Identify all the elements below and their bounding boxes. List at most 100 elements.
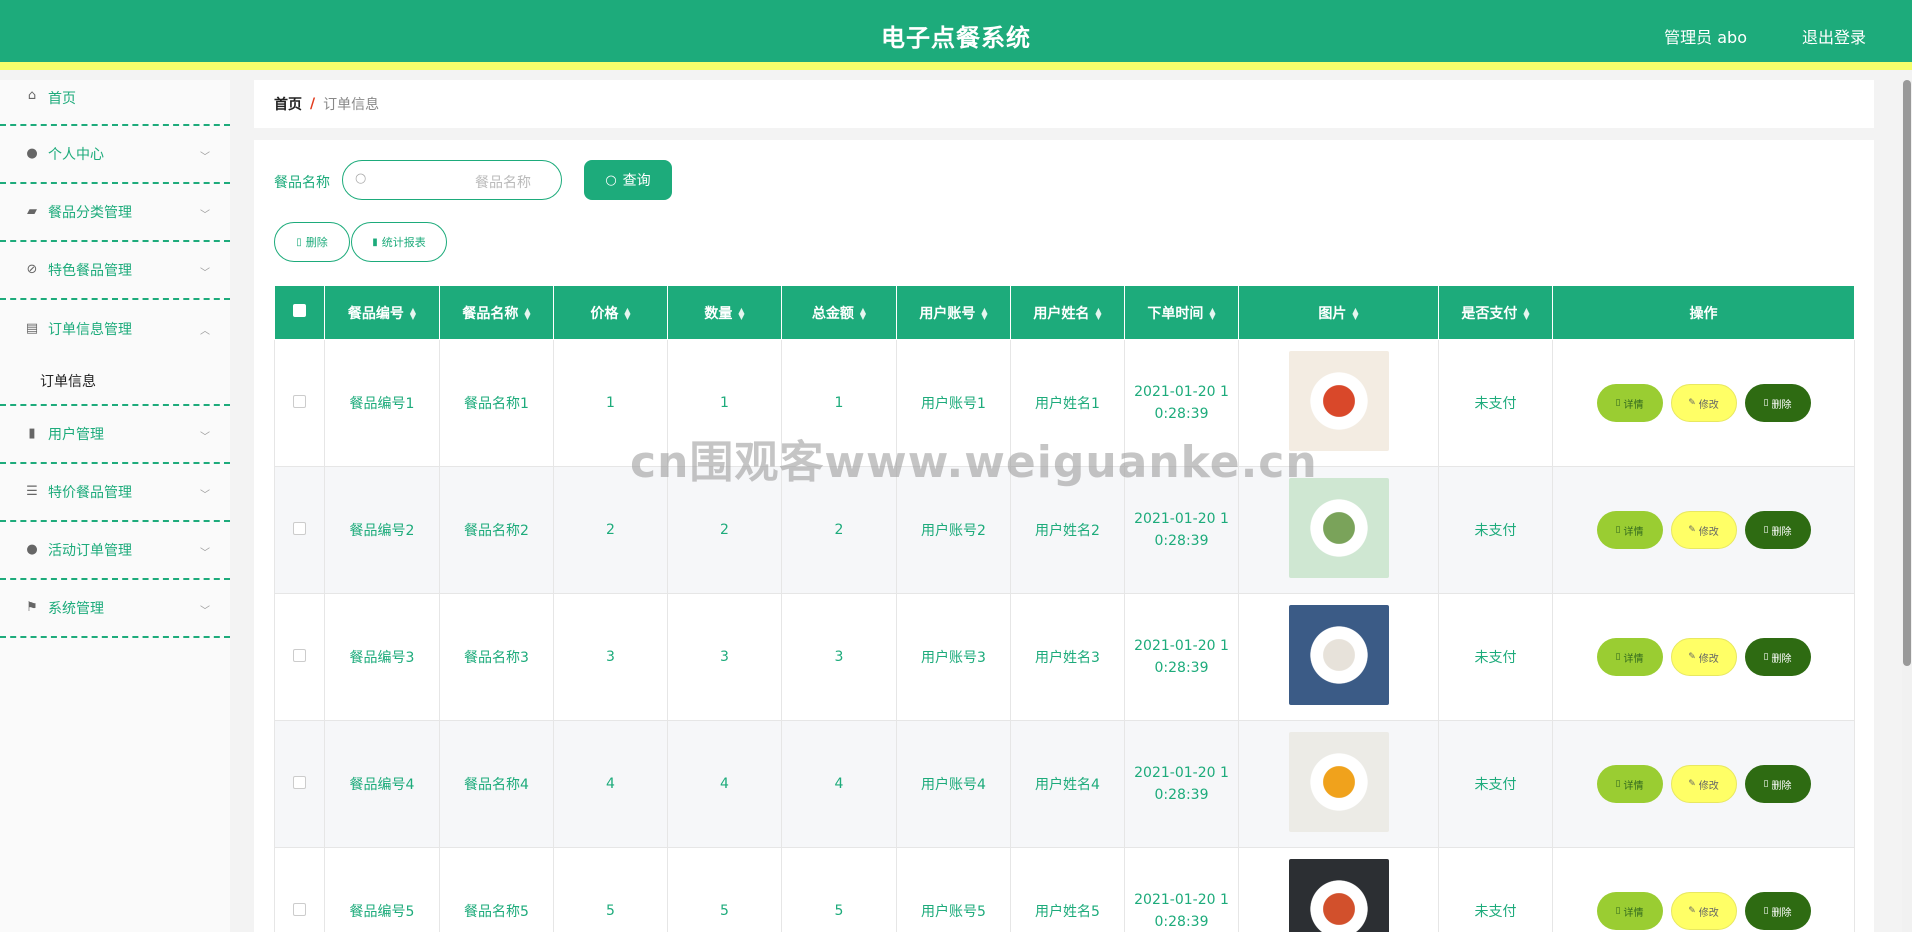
trash-icon: ▯: [1763, 779, 1769, 789]
cell-paid: 未支付: [1438, 593, 1553, 721]
col-header-total[interactable]: 总金额 ▲ ▼: [781, 285, 897, 340]
sidebar-item-label: 活动订单管理: [48, 543, 132, 559]
col-header-name[interactable]: 餐品名称 ▲ ▼: [439, 285, 554, 340]
batch-delete-button[interactable]: ▯ 删除: [274, 222, 350, 262]
cell-price: 4: [553, 720, 668, 848]
sidebar-item-label: 系统管理: [48, 601, 104, 617]
cell-name: 餐品名称1: [439, 339, 554, 467]
sort-icon[interactable]: ▲ ▼: [981, 306, 987, 320]
cell-name: 餐品名称3: [439, 593, 554, 721]
sidebar-item-special-mgmt[interactable]: ☰ 特价餐品管理 ﹀: [0, 464, 230, 522]
cell-ops: ▯ 详情 ✎ 修改 ▯ 删除: [1552, 593, 1855, 721]
edit-button[interactable]: ✎ 修改: [1670, 892, 1737, 930]
sort-icon[interactable]: ▲ ▼: [1095, 306, 1101, 320]
edit-button[interactable]: ✎ 修改: [1670, 765, 1737, 803]
document-icon: ▯: [1615, 779, 1621, 789]
delete-button[interactable]: ▯ 删除: [1744, 511, 1811, 549]
select-all-checkbox[interactable]: [293, 304, 306, 317]
sort-icon[interactable]: ▲ ▼: [524, 306, 530, 320]
food-image: [1288, 478, 1389, 578]
detail-button[interactable]: ▯ 详情: [1596, 638, 1663, 676]
cell-ops: ▯ 详情 ✎ 修改 ▯ 删除: [1552, 339, 1855, 467]
statistics-report-button[interactable]: ▮ 统计报表: [351, 222, 447, 262]
detail-button[interactable]: ▯ 详情: [1596, 892, 1663, 930]
sort-icon[interactable]: ▲ ▼: [738, 306, 744, 320]
sidebar-item-home[interactable]: ⌂ 首页: [0, 80, 230, 126]
cell-time: 2021-01-20 10:28:39: [1124, 847, 1239, 932]
cell-qty: 5: [667, 847, 782, 932]
cell-username: 用户姓名5: [1010, 847, 1125, 932]
sidebar-item-featured-mgmt[interactable]: ⊘ 特色餐品管理 ﹀: [0, 242, 230, 300]
sort-icon[interactable]: ▲ ▼: [1523, 306, 1529, 320]
col-header-image[interactable]: 图片 ▲ ▼: [1238, 285, 1439, 340]
table-row: 餐品编号3 餐品名称3 3 3 3 用户账号3 用户姓名3 2021-01-20 10:28:…: [274, 593, 1855, 721]
header-accent-bar: [0, 62, 1912, 70]
edit-button[interactable]: ✎ 修改: [1670, 384, 1737, 422]
app-title: 电子点餐系统: [881, 24, 1031, 52]
bar-chart-icon: ▮: [372, 236, 378, 248]
trash-icon: ▯: [1763, 525, 1769, 535]
delete-button[interactable]: ▯ 删除: [1744, 892, 1811, 930]
detail-button[interactable]: ▯ 详情: [1596, 511, 1663, 549]
delete-button[interactable]: ▯ 删除: [1744, 638, 1811, 676]
food-image: [1288, 732, 1389, 832]
order-time: 2021-01-20 10:28:39: [1134, 638, 1229, 676]
sidebar-item-personal-center[interactable]: ● 个人中心 ﹀: [0, 126, 230, 184]
breadcrumb-home[interactable]: 首页: [274, 94, 302, 114]
search-icon: ○: [605, 172, 617, 188]
search-label: 餐品名称: [274, 175, 330, 191]
pencil-icon: ✎: [1688, 906, 1696, 916]
search-input[interactable]: ○ 餐品名称: [342, 160, 562, 200]
cell-name: 餐品名称5: [439, 847, 554, 932]
sort-icon[interactable]: ▲ ▼: [860, 306, 866, 320]
sidebar-item-user-mgmt[interactable]: ▮ 用户管理 ﹀: [0, 406, 230, 464]
edit-button[interactable]: ✎ 修改: [1670, 511, 1737, 549]
sort-icon[interactable]: ▲ ▼: [1352, 306, 1358, 320]
scrollbar-thumb[interactable]: [1903, 80, 1911, 666]
cell-paid: 未支付: [1438, 339, 1553, 467]
delete-button[interactable]: ▯ 删除: [1744, 384, 1811, 422]
sort-icon[interactable]: ▲ ▼: [410, 306, 416, 320]
sidebar-item-system-mgmt[interactable]: ⚑ 系统管理 ﹀: [0, 580, 230, 638]
detail-button[interactable]: ▯ 详情: [1596, 384, 1663, 422]
detail-button[interactable]: ▯ 详情: [1596, 765, 1663, 803]
col-header-account[interactable]: 用户账号 ▲ ▼: [896, 285, 1011, 340]
document-icon: ▯: [1615, 525, 1621, 535]
sort-icon[interactable]: ▲ ▼: [624, 306, 630, 320]
sidebar-item-activity-mgmt[interactable]: ● 活动订单管理 ﹀: [0, 522, 230, 580]
sidebar-item-order-mgmt[interactable]: ▤ 订单信息管理 ︿: [0, 300, 230, 358]
logout-link[interactable]: 退出登录: [1802, 24, 1866, 48]
content-panel: 餐品名称 ○ 餐品名称 ○ 查询 ▯ 删除 ▮ 统计报表 餐品编号 ▲ ▼ 餐品名称…: [254, 140, 1874, 932]
food-image: [1288, 859, 1389, 932]
col-header-qty[interactable]: 数量 ▲ ▼: [667, 285, 782, 340]
row-checkbox[interactable]: [293, 394, 306, 408]
edit-button[interactable]: ✎ 修改: [1670, 638, 1737, 676]
col-header-time[interactable]: 下单时间 ▲ ▼: [1124, 285, 1239, 340]
current-user: 管理员 abo: [1664, 28, 1747, 47]
query-button-label: 查询: [622, 173, 651, 189]
cell-account: 用户账号3: [896, 593, 1011, 721]
col-header-price[interactable]: 价格 ▲ ▼: [553, 285, 668, 340]
order-table: 餐品编号 ▲ ▼ 餐品名称 ▲ ▼ 价格 ▲ ▼ 数量 ▲ ▼ 总金额 ▲ ▼ 用户账号 ▲ ▼ 用户姓…: [274, 285, 1855, 932]
col-header-paid[interactable]: 是否支付 ▲ ▼: [1438, 285, 1553, 340]
sidebar-subitem-order-info[interactable]: 订单信息: [0, 358, 230, 406]
sort-icon[interactable]: ▲ ▼: [1209, 306, 1215, 320]
table-row: 餐品编号4 餐品名称4 4 4 4 用户账号4 用户姓名4 2021-01-20 10:28:…: [274, 720, 1855, 848]
cell-paid: 未支付: [1438, 720, 1553, 848]
query-button[interactable]: ○ 查询: [584, 160, 672, 200]
cell-name: 餐品名称4: [439, 720, 554, 848]
col-header-code[interactable]: 餐品编号 ▲ ▼: [324, 285, 440, 340]
document-icon: ▯: [1615, 398, 1621, 408]
sidebar-item-category-mgmt[interactable]: ▰ 餐品分类管理 ﹀: [0, 184, 230, 242]
col-header-username[interactable]: 用户姓名 ▲ ▼: [1010, 285, 1125, 340]
row-checkbox[interactable]: [293, 902, 306, 916]
row-checkbox[interactable]: [293, 775, 306, 789]
chevron-down-icon: ﹀: [200, 548, 210, 559]
row-checkbox[interactable]: [293, 648, 306, 662]
delete-button[interactable]: ▯ 删除: [1744, 765, 1811, 803]
page-scrollbar[interactable]: [1902, 80, 1912, 932]
row-checkbox[interactable]: [293, 521, 306, 535]
chevron-down-icon: ﹀: [200, 432, 210, 443]
sidebar-item-label: 餐品分类管理: [48, 205, 132, 221]
cell-image: [1238, 720, 1439, 848]
